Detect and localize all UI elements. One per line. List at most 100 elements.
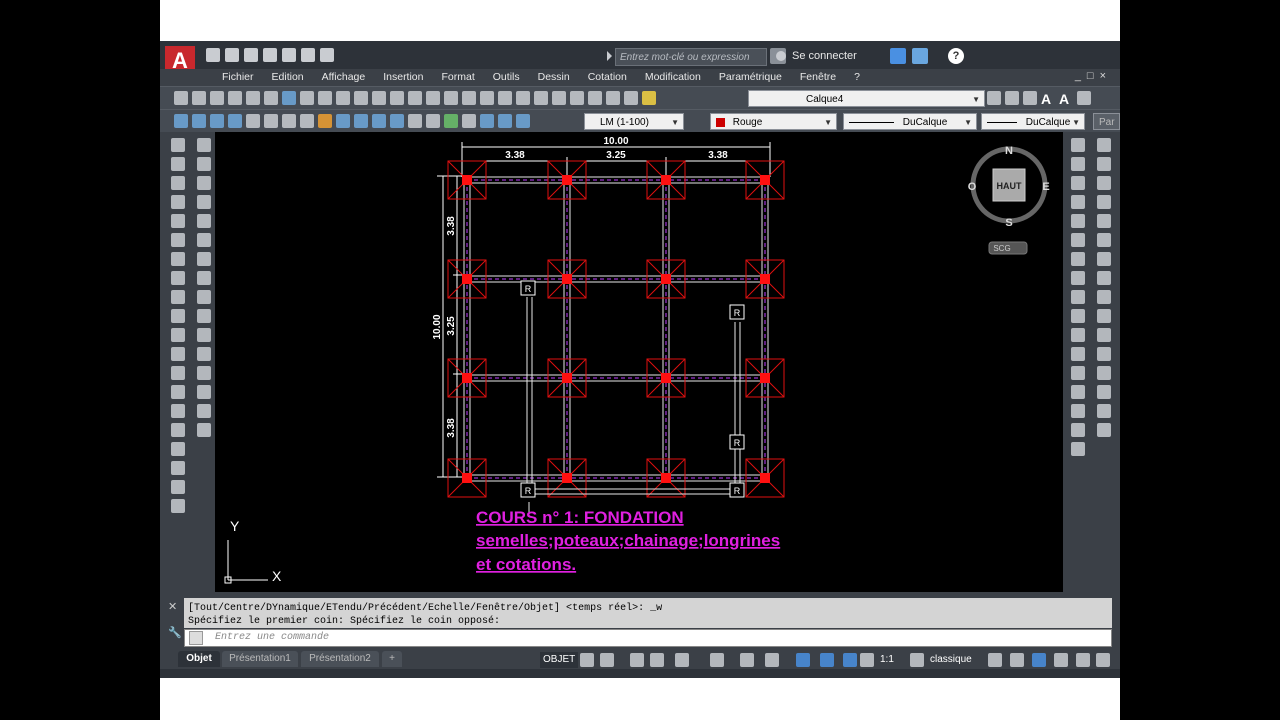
dimension-update-icon[interactable] (516, 114, 530, 128)
block-editor-icon[interactable] (372, 91, 386, 105)
dimension-scale-dropdown[interactable]: LM (1-100) ▼ (584, 113, 684, 130)
ordinate-icon[interactable] (228, 114, 242, 128)
spline-icon[interactable] (171, 290, 185, 304)
arc-icon[interactable] (171, 233, 185, 247)
gradient-icon[interactable] (171, 423, 185, 437)
snap-tools-icon[interactable] (1071, 423, 1085, 437)
insert-block-icon[interactable] (171, 347, 185, 361)
layer-match-icon[interactable] (1023, 91, 1037, 105)
dimension-edit-icon[interactable] (480, 114, 494, 128)
redo-icon[interactable] (408, 91, 422, 105)
polyline-icon[interactable] (171, 176, 185, 190)
cut-icon[interactable] (300, 91, 314, 105)
linear-dimension-icon[interactable] (174, 114, 188, 128)
table-grid-icon[interactable] (1097, 328, 1111, 342)
grid-display-icon[interactable] (580, 653, 594, 667)
viewcube[interactable]: HAUT N S E O SCG (968, 145, 1050, 255)
command-customize-icon[interactable]: 🔧 (168, 626, 182, 639)
match-properties-icon[interactable] (354, 91, 368, 105)
arc-length-icon[interactable] (210, 114, 224, 128)
orbit-icon[interactable] (1071, 252, 1085, 266)
layers-icon[interactable] (1071, 214, 1085, 228)
markup-set-icon[interactable] (1097, 290, 1111, 304)
annotation-scale-icon[interactable] (860, 653, 874, 667)
baseline-icon[interactable] (336, 114, 350, 128)
make-block-icon[interactable] (171, 366, 185, 380)
print-icon[interactable] (282, 48, 296, 62)
region-icon[interactable] (171, 442, 185, 456)
clipboard-icon[interactable] (1097, 347, 1111, 361)
save-as-icon[interactable] (263, 48, 277, 62)
help-icon[interactable]: ? (948, 48, 964, 64)
jogged-icon[interactable] (264, 114, 278, 128)
compass-north[interactable]: N (1005, 145, 1013, 157)
zoom-window-icon[interactable] (462, 91, 476, 105)
offset-icon[interactable] (197, 195, 211, 209)
undo-icon[interactable] (301, 48, 315, 62)
menu-edition[interactable]: Edition (263, 70, 313, 85)
linetype-dropdown[interactable]: DuCalque ▼ (843, 113, 977, 130)
save-icon[interactable] (244, 48, 258, 62)
dim-style-icon[interactable]: A (1059, 91, 1073, 107)
pencil-icon[interactable] (1071, 138, 1085, 152)
properties-icon[interactable] (498, 91, 512, 105)
auto-scale-icon[interactable] (843, 653, 857, 667)
undo-icon[interactable] (390, 91, 404, 105)
document-icon[interactable] (1097, 138, 1111, 152)
cone-icon[interactable] (1071, 176, 1085, 190)
fillet-edge-icon[interactable] (1071, 404, 1085, 418)
customize-menu-icon[interactable] (1096, 653, 1110, 667)
drawing-canvas[interactable]: 10.00 3.38 3.25 3.38 10.00 3.38 3.25 3.3… (215, 132, 1063, 592)
settings-icon[interactable] (1097, 366, 1111, 380)
dashed-line-icon[interactable] (1071, 328, 1085, 342)
exchange-icon[interactable] (890, 48, 906, 64)
isolate-objects-icon[interactable] (1010, 653, 1024, 667)
menu-modification[interactable]: Modification (636, 70, 710, 85)
dimension-arrow-icon[interactable] (1071, 366, 1085, 380)
ortho-icon[interactable] (650, 653, 664, 667)
jogged-linear-icon[interactable] (462, 114, 476, 128)
trim-icon[interactable] (197, 309, 211, 323)
export-icon[interactable] (1071, 290, 1085, 304)
move-3d-icon[interactable] (1071, 233, 1085, 247)
ellipse-icon[interactable] (171, 309, 185, 323)
measure-icon[interactable] (1071, 309, 1085, 323)
compass-south[interactable]: S (1005, 217, 1012, 229)
menu-fenetre[interactable]: Fenêtre (791, 70, 845, 85)
point-icon[interactable] (171, 385, 185, 399)
continue-icon[interactable] (354, 114, 368, 128)
plus-icon[interactable] (988, 653, 1002, 667)
publish-icon[interactable] (264, 91, 278, 105)
isodraft-icon[interactable] (710, 653, 724, 667)
table-style-icon[interactable] (1077, 91, 1091, 105)
open-icon[interactable] (192, 91, 206, 105)
aligned-dimension-icon[interactable] (192, 114, 206, 128)
tool-palettes-icon[interactable] (534, 91, 548, 105)
save-drawing-icon[interactable] (1097, 176, 1111, 190)
rectangle-icon[interactable] (171, 214, 185, 228)
join-icon[interactable] (197, 366, 211, 380)
zoom-realtime-icon[interactable] (444, 91, 458, 105)
menu-help[interactable]: ? (845, 70, 869, 85)
stretch-icon[interactable] (197, 290, 211, 304)
object-snap-tracking-icon[interactable] (740, 653, 754, 667)
model-space-button[interactable]: OBJET (540, 652, 579, 668)
box-icon[interactable] (1071, 271, 1085, 285)
tools-icon[interactable] (1097, 309, 1111, 323)
copy-icon[interactable] (318, 91, 332, 105)
save-icon[interactable] (210, 91, 224, 105)
annotation-visibility-icon[interactable] (820, 653, 834, 667)
compass-east[interactable]: E (1042, 181, 1049, 193)
workspace-switch[interactable]: classique (930, 652, 972, 668)
lineweight-display-icon[interactable] (796, 653, 810, 667)
lock-icon[interactable] (1097, 404, 1111, 418)
circle-icon[interactable] (171, 252, 185, 266)
quickcalc-icon[interactable] (588, 91, 602, 105)
printer-icon[interactable] (1097, 195, 1111, 209)
menu-format[interactable]: Format (433, 70, 484, 85)
copy-object-icon[interactable] (197, 157, 211, 171)
snap-mode-icon[interactable] (600, 653, 614, 667)
inspection-icon[interactable] (444, 114, 458, 128)
command-close-icon[interactable]: ✕ (168, 600, 180, 613)
markup-icon[interactable] (570, 91, 584, 105)
